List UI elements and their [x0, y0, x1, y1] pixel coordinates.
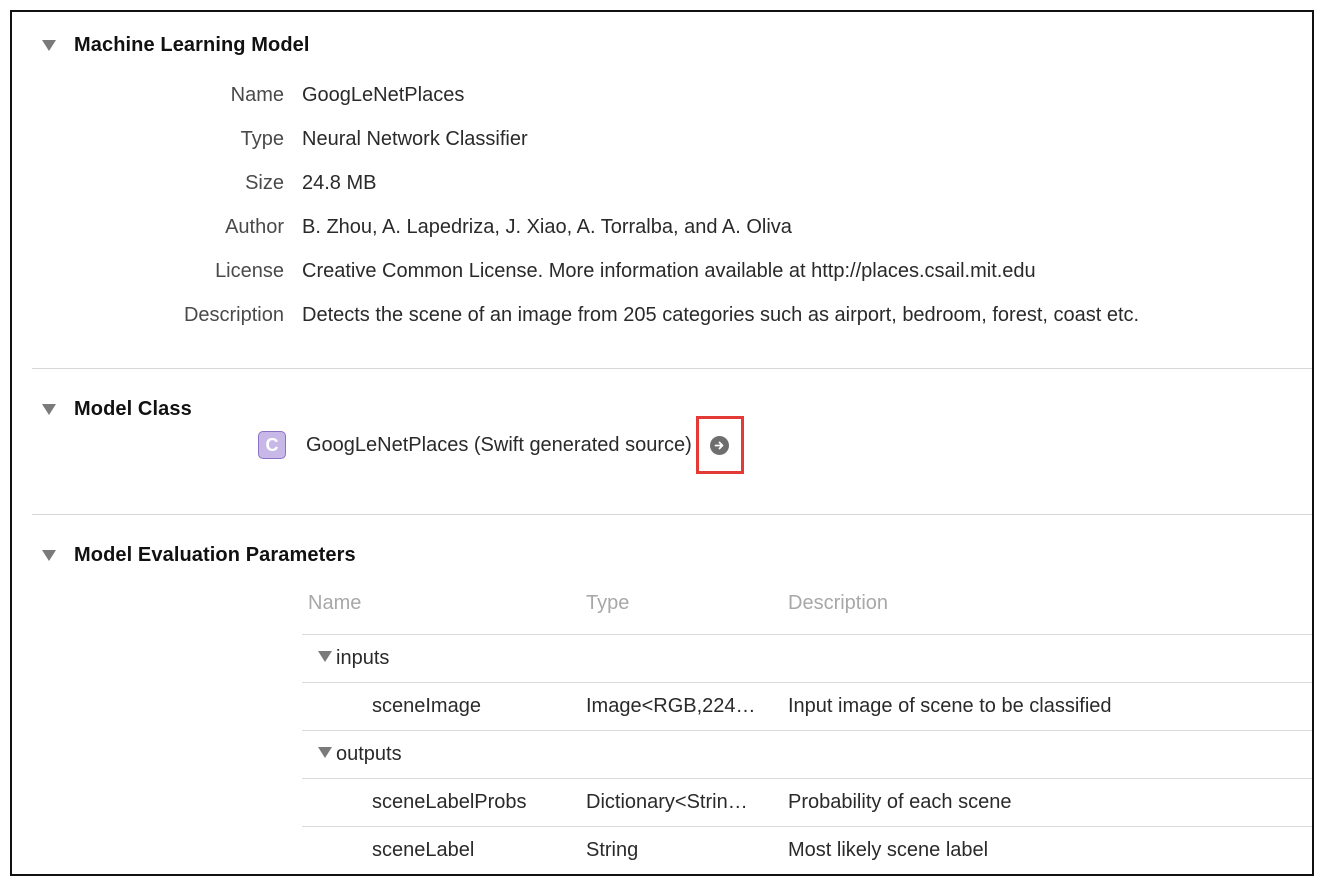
model-class-name: GoogLeNetPlaces (Swift generated source) [306, 433, 692, 456]
field-label: Description [183, 304, 284, 326]
disclosure-triangle-icon[interactable] [318, 651, 332, 663]
arrow-circle-right-icon[interactable] [710, 435, 730, 455]
column-header-type[interactable]: Type [586, 592, 629, 615]
model-class-row: C GoogLeNetPlaces (Swift generated sourc… [258, 416, 744, 474]
param-type: String [586, 839, 639, 861]
field-description: Description Detects the scene of an imag… [12, 304, 1312, 330]
param-name: sceneLabelProbs [372, 791, 527, 813]
field-label: Author [225, 216, 284, 238]
field-license: License Creative Common License. More in… [12, 260, 1312, 286]
column-header-name[interactable]: Name [308, 592, 361, 615]
section-title: Model Class [74, 397, 192, 420]
param-description: Input image of scene to be classified [788, 695, 1112, 717]
field-size: Size 24.8 MB [12, 172, 1312, 198]
section-header-model-class[interactable]: Model Class [42, 396, 192, 422]
table-row[interactable]: sceneLabel String Most likely scene labe… [302, 826, 1312, 874]
param-type: Dictionary<Strin… [586, 791, 748, 813]
group-label: inputs [336, 647, 390, 669]
column-header-description[interactable]: Description [788, 592, 888, 615]
table-row[interactable]: sceneLabelProbs Dictionary<Strin… Probab… [302, 778, 1312, 826]
field-value: GoogLeNetPlaces [302, 84, 465, 106]
field-value: B. Zhou, A. Lapedriza, J. Xiao, A. Torra… [302, 216, 792, 238]
param-name: sceneImage [372, 695, 481, 717]
section-title: Machine Learning Model [74, 33, 310, 56]
field-label: Name [230, 84, 284, 106]
swift-class-icon: C [258, 431, 286, 459]
field-name: Name GoogLeNetPlaces [12, 84, 1312, 110]
table-row-group-outputs[interactable]: outputs [302, 730, 1312, 778]
param-type: Image<RGB,224… [586, 695, 756, 717]
field-value: Creative Common License. More informatio… [302, 260, 1036, 282]
highlight-box [695, 416, 744, 474]
param-description: Probability of each scene [788, 791, 1012, 813]
field-label: License [215, 260, 284, 282]
field-value: Neural Network Classifier [302, 128, 528, 150]
field-type: Type Neural Network Classifier [12, 128, 1312, 154]
disclosure-triangle-icon[interactable] [42, 403, 56, 415]
field-author: Author B. Zhou, A. Lapedriza, J. Xiao, A… [12, 216, 1312, 242]
disclosure-triangle-icon[interactable] [318, 747, 332, 759]
section-title: Model Evaluation Parameters [74, 543, 356, 566]
param-description: Most likely scene label [788, 839, 989, 861]
group-label: outputs [336, 743, 402, 765]
section-header-evaluation[interactable]: Model Evaluation Parameters [42, 542, 356, 568]
section-divider [32, 368, 1312, 369]
table-row[interactable]: sceneImage Image<RGB,224… Input image of… [302, 682, 1312, 730]
section-header-ml-model[interactable]: Machine Learning Model [42, 32, 310, 58]
param-name: sceneLabel [372, 839, 475, 861]
table-row-group-inputs[interactable]: inputs [302, 634, 1312, 682]
field-value: Detects the scene of an image from 205 c… [302, 304, 1140, 326]
disclosure-triangle-icon[interactable] [42, 549, 56, 561]
field-value: 24.8 MB [302, 172, 377, 194]
section-divider [32, 514, 1312, 515]
field-label: Type [240, 128, 284, 150]
field-label: Size [245, 172, 284, 194]
disclosure-triangle-icon[interactable] [42, 39, 56, 51]
model-viewer-panel: Machine Learning Model Name GoogLeNetPla… [10, 10, 1314, 876]
